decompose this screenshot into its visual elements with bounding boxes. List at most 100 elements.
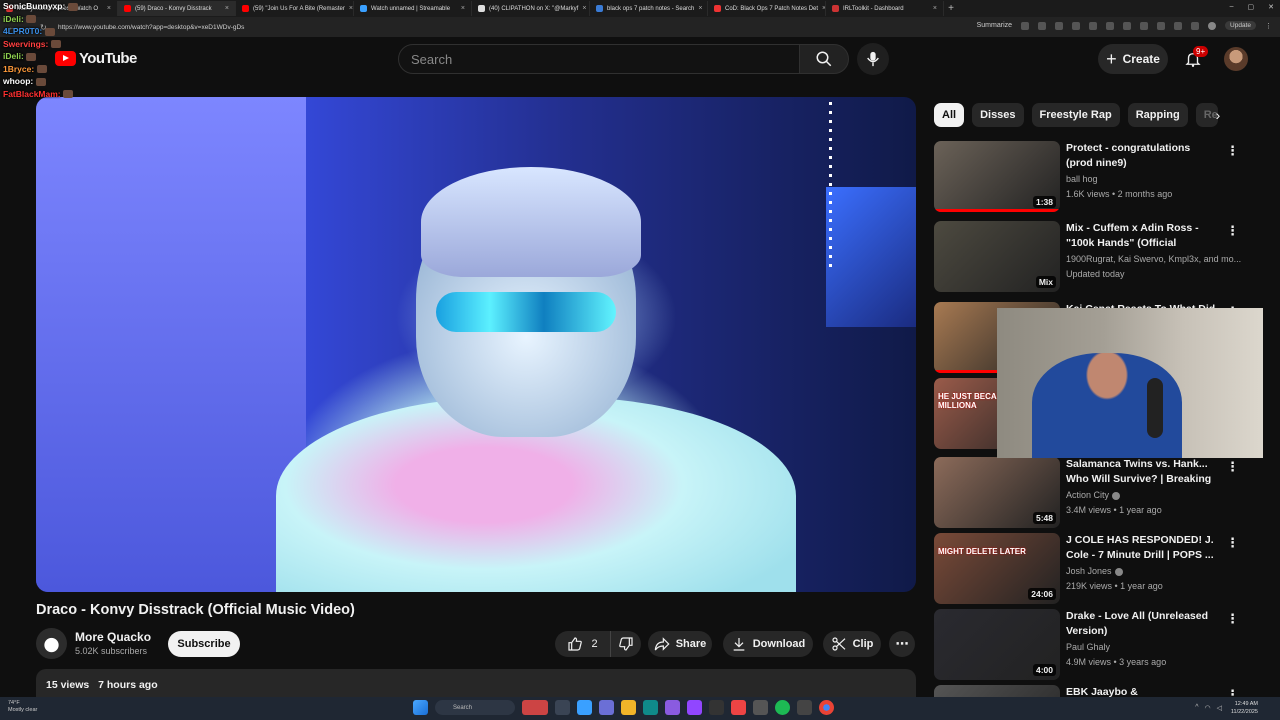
url-field[interactable]: https://www.youtube.com/watch?app=deskto…	[58, 24, 244, 31]
browser-tab[interactable]: (40) CLIPATHON on X: "@Markyf ×	[472, 1, 590, 16]
more-actions-button[interactable]: ⋯	[889, 631, 915, 657]
tab-close-icon[interactable]: ×	[349, 5, 353, 12]
search-input[interactable]: Search	[398, 44, 800, 74]
filter-chip[interactable]: All	[934, 103, 965, 127]
taskbar-app-icon[interactable]	[731, 700, 746, 715]
taskbar-app-icon[interactable]	[599, 700, 614, 715]
recommendation-channel[interactable]: Josh Jones	[1066, 566, 1123, 576]
menu-icon[interactable]: ⋮	[1265, 22, 1272, 30]
extension-icon[interactable]	[1140, 21, 1149, 30]
taskbar-app-icon[interactable]	[621, 700, 636, 715]
browser-tab[interactable]: Watch unnamed | Streamable ×	[354, 1, 472, 16]
chevron-up-icon[interactable]: ^	[1195, 704, 1198, 712]
video-thumbnail[interactable]: 5:48	[934, 457, 1060, 528]
video-thumbnail[interactable]: 1:38	[934, 141, 1060, 212]
summarize-button[interactable]: Summarize	[977, 22, 1012, 29]
more-vertical-icon[interactable]: ⋮	[1226, 459, 1239, 475]
browser-tab[interactable]: (59) Draco - Konvy Disstrack ×	[118, 1, 236, 16]
video-thumbnail[interactable]: Mix	[934, 221, 1060, 292]
recommendation-item[interactable]: 4:00 Drake - Love All (Unreleased Version…	[934, 609, 1254, 680]
browser-tab[interactable]: IRLToolkit - Dashboard ×	[826, 1, 944, 16]
taskbar-app-icon[interactable]	[522, 700, 548, 715]
extension-icon[interactable]	[1106, 21, 1115, 30]
filter-chip[interactable]: Disses	[972, 103, 1024, 127]
taskbar-app-icon[interactable]	[665, 700, 680, 715]
share-button[interactable]: Share	[648, 631, 712, 657]
voice-search-button[interactable]	[857, 43, 889, 75]
taskbar-app-icon[interactable]	[797, 700, 812, 715]
taskbar-app-icon[interactable]	[753, 700, 768, 715]
user-avatar[interactable]	[1224, 47, 1248, 71]
search-button[interactable]	[799, 44, 849, 74]
windows-start-icon[interactable]	[413, 700, 428, 715]
recommendation-item[interactable]: 5:48 Salamanca Twins vs. Hank... Who Will…	[934, 457, 1254, 528]
extension-icon[interactable]	[1191, 21, 1200, 30]
video-thumbnail[interactable]: MIGHT DELETE LATER 24:06	[934, 533, 1060, 604]
dislike-button[interactable]	[611, 631, 641, 657]
close-icon[interactable]: ✕	[1268, 3, 1274, 11]
video-thumbnail[interactable]: 4:00	[934, 609, 1060, 680]
extension-icon[interactable]	[1055, 21, 1064, 30]
task-view-icon[interactable]	[555, 700, 570, 715]
recommendation-channel[interactable]: 1900Rugrat, Kai Swervo, Kmpl3x, and mo..…	[1066, 254, 1241, 264]
new-tab-button[interactable]: +	[944, 3, 958, 14]
extension-icon[interactable]	[1072, 21, 1081, 30]
video-player[interactable]	[36, 97, 916, 592]
profile-icon[interactable]	[1208, 21, 1217, 30]
recommendation-title[interactable]: Salamanca Twins vs. Hank... Who Will Sur…	[1066, 457, 1216, 487]
extension-icon[interactable]	[1157, 21, 1166, 30]
taskbar-search[interactable]: Search	[435, 700, 515, 715]
extension-icon[interactable]	[1038, 21, 1047, 30]
maximize-icon[interactable]: ▢	[1248, 3, 1255, 11]
more-vertical-icon[interactable]: ⋮	[1226, 143, 1239, 159]
system-clock[interactable]: 12:49 AM 11/22/2025	[1231, 700, 1258, 716]
recommendation-item[interactable]: 1:38 Protect - congratulations (prod nine…	[934, 141, 1254, 212]
chrome-icon[interactable]	[819, 700, 834, 715]
taskbar-app-icon[interactable]	[709, 700, 724, 715]
browser-tab[interactable]: (59) "Join Us For A Bite (Remaster ×	[236, 1, 354, 16]
channel-name[interactable]: More Quacko	[75, 630, 151, 644]
browser-tab[interactable]: CoD: Black Ops 7 Patch Notes Det ×	[708, 1, 826, 16]
tab-close-icon[interactable]: ×	[107, 5, 111, 12]
filter-chip[interactable]: Rapping	[1127, 103, 1188, 127]
recommendation-title[interactable]: J COLE HAS RESPONDED! J. Cole - 7 Minute…	[1066, 533, 1216, 563]
extension-icon[interactable]	[1021, 21, 1030, 30]
recommendation-title[interactable]: Mix - Cuffem x Adin Ross - "100k Hands" …	[1066, 221, 1216, 251]
extension-icon[interactable]	[1123, 21, 1132, 30]
tab-close-icon[interactable]: ×	[461, 5, 465, 12]
extension-icon[interactable]	[1089, 21, 1098, 30]
recommendation-item[interactable]: MIGHT DELETE LATER 24:06 J COLE HAS RESPON…	[934, 533, 1254, 604]
taskbar-app-icon[interactable]	[643, 700, 658, 715]
tab-close-icon[interactable]: ×	[933, 5, 937, 12]
filter-chip[interactable]: Freestyle Rap	[1031, 103, 1120, 127]
volume-icon[interactable]: ◁	[1217, 704, 1222, 712]
recommendation-title[interactable]: Drake - Love All (Unreleased Version)	[1066, 609, 1216, 639]
weather-widget[interactable]: 74°F Mostly clear	[8, 700, 37, 714]
like-button[interactable]: 2	[555, 631, 611, 657]
taskbar-app-icon[interactable]	[577, 700, 592, 715]
recommendation-channel[interactable]: ball hog	[1066, 174, 1098, 184]
browser-tab[interactable]: black ops 7 patch notes - Search ×	[590, 1, 708, 16]
clip-button[interactable]: Clip	[823, 631, 881, 657]
more-vertical-icon[interactable]: ⋮	[1226, 223, 1239, 239]
spotify-icon[interactable]	[775, 700, 790, 715]
taskbar-app-icon[interactable]	[687, 700, 702, 715]
more-vertical-icon[interactable]: ⋮	[1226, 611, 1239, 627]
channel-avatar[interactable]	[36, 628, 67, 659]
download-button[interactable]: Download	[723, 631, 813, 657]
tab-close-icon[interactable]: ×	[582, 5, 586, 12]
extension-icon[interactable]	[1174, 21, 1183, 30]
recommendation-item[interactable]: Mix Mix - Cuffem x Adin Ross - "100k Hand…	[934, 221, 1254, 292]
create-button[interactable]: + Create	[1098, 44, 1168, 74]
more-vertical-icon[interactable]: ⋮	[1226, 535, 1239, 551]
minimize-icon[interactable]: –	[1230, 3, 1234, 11]
description-box[interactable]: 15 views 7 hours ago	[36, 669, 916, 699]
update-button[interactable]: Update	[1225, 21, 1256, 30]
chips-next-button[interactable]: ›	[1207, 104, 1229, 126]
recommendation-title[interactable]: Protect - congratulations (prod nine9)	[1066, 141, 1216, 171]
tab-close-icon[interactable]: ×	[225, 5, 229, 12]
recommendation-channel[interactable]: Paul Ghaly	[1066, 642, 1110, 652]
subscribe-button[interactable]: Subscribe	[168, 631, 240, 657]
recommendation-channel[interactable]: Action City	[1066, 490, 1121, 500]
tab-close-icon[interactable]: ×	[698, 5, 702, 12]
